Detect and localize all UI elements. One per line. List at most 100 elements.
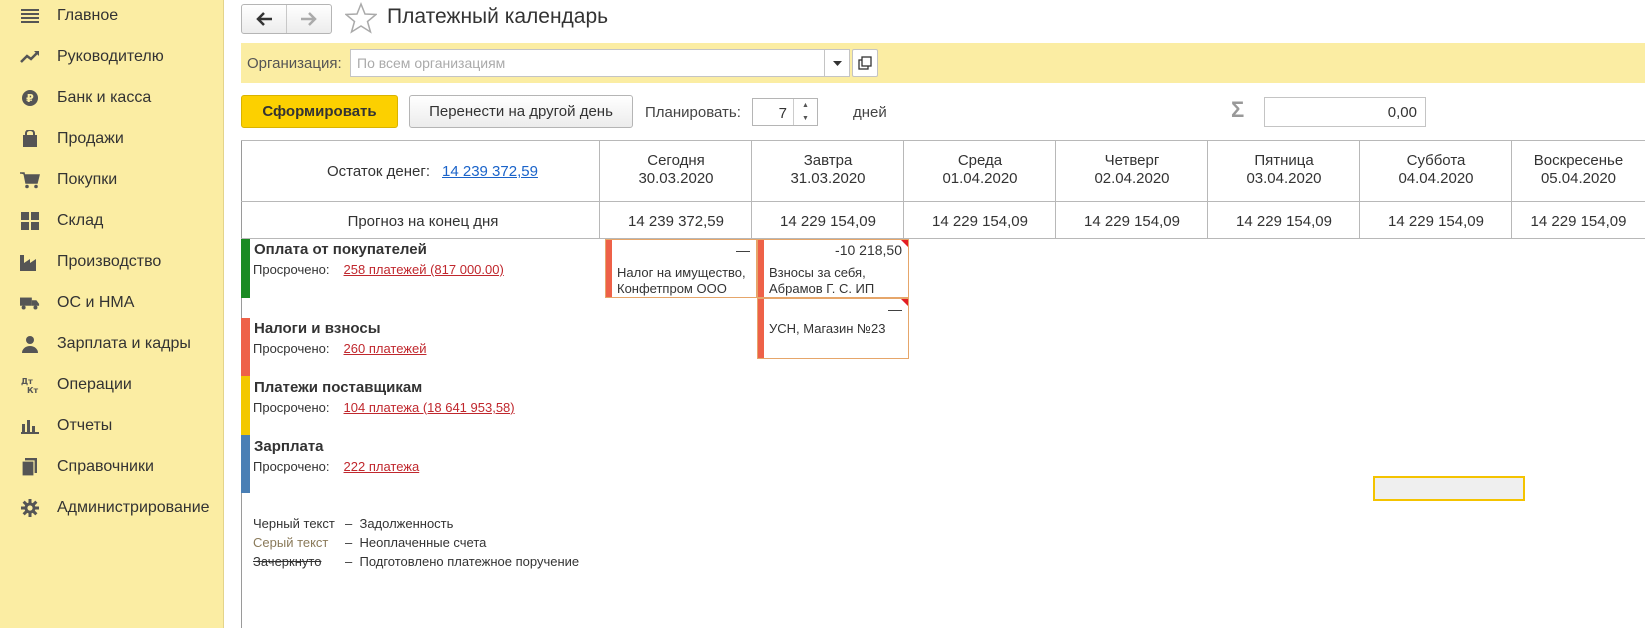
- truck-icon: [20, 293, 40, 313]
- sidebar-item-bank[interactable]: ₽ Банк и касса: [0, 77, 224, 118]
- forecast-cell[interactable]: 14 239 372,59: [600, 213, 752, 230]
- generate-button[interactable]: Сформировать: [241, 95, 398, 128]
- card-stripe: [606, 240, 612, 297]
- grid-line: [241, 201, 1645, 202]
- sidebar-item-assets[interactable]: ОС и НМА: [0, 282, 224, 323]
- balance-link[interactable]: 14 239 372,59: [442, 163, 538, 180]
- sidebar-item-main[interactable]: Главное: [0, 0, 224, 36]
- legend-row: Черный текст – Задолженность: [253, 516, 453, 531]
- forecast-cell[interactable]: 14 229 154,09: [904, 213, 1056, 230]
- category-overdue: Просрочено: 222 платежа: [253, 459, 419, 474]
- shopping-bag-icon: [20, 129, 40, 149]
- forecast-cell[interactable]: 14 229 154,09: [1360, 213, 1512, 230]
- forward-button[interactable]: [286, 5, 331, 33]
- overdue-link[interactable]: 258 платежей (817 000.00): [344, 262, 504, 277]
- sidebar-item-label: Справочники: [57, 457, 154, 475]
- sidebar-item-label: ОС и НМА: [57, 293, 135, 311]
- warehouse-grid-icon: [20, 211, 40, 231]
- card-line: Абрамов Г. С. ИП: [769, 281, 875, 296]
- favorite-star-icon[interactable]: [345, 2, 377, 34]
- overdue-label: Просрочено:: [253, 341, 330, 356]
- day-name: Сегодня: [647, 152, 705, 169]
- arrow-right-icon: [301, 12, 317, 26]
- day-header[interactable]: Завтра 31.03.2020: [752, 152, 904, 188]
- sidebar-item-salary[interactable]: Зарплата и кадры: [0, 323, 224, 364]
- grid-line: [241, 140, 1645, 141]
- shopping-cart-icon: [20, 170, 40, 190]
- open-window-icon: [858, 56, 872, 70]
- category-overdue: Просрочено: 104 платежа (18 641 953,58): [253, 400, 515, 415]
- bar-chart-icon: [20, 416, 40, 436]
- card-line: Налог на имущество,: [617, 265, 746, 280]
- chevron-down-icon: [832, 60, 842, 66]
- category-color-bar: [241, 376, 250, 435]
- organization-label: Организация:: [247, 55, 342, 72]
- day-date: 05.04.2020: [1540, 170, 1617, 187]
- sidebar-item-label: Отчеты: [57, 416, 113, 434]
- day-header[interactable]: Четверг 02.04.2020: [1056, 152, 1208, 188]
- sidebar-item-operations[interactable]: Дт Кт Операции: [0, 364, 224, 405]
- plan-days-stepper[interactable]: 7 ▲ ▼: [752, 98, 818, 126]
- forecast-cell[interactable]: 14 229 154,09: [1208, 213, 1360, 230]
- organization-dropdown-button[interactable]: [825, 49, 850, 77]
- forecast-cell[interactable]: 14 229 154,09: [1512, 213, 1645, 230]
- sidebar-item-warehouse[interactable]: Склад: [0, 200, 224, 241]
- overdue-label: Просрочено:: [253, 400, 330, 415]
- selected-cell[interactable]: [1373, 476, 1525, 501]
- sidebar-item-label: Банк и касса: [57, 88, 152, 106]
- back-button[interactable]: [242, 5, 286, 33]
- legend-key: Зачеркнуто: [253, 554, 322, 569]
- payment-card[interactable]: -10 218,50 Взносы за себя, Абрамов Г. С.…: [757, 239, 909, 298]
- sidebar-item-admin[interactable]: Администрирование: [0, 487, 224, 528]
- category-title: Платежи поставщикам: [254, 379, 423, 396]
- day-name: Воскресенье: [1533, 152, 1624, 169]
- overdue-link[interactable]: 222 платежа: [344, 459, 420, 474]
- person-icon: [20, 334, 40, 354]
- organization-open-button[interactable]: [852, 49, 878, 77]
- move-to-another-day-button[interactable]: Перенести на другой день: [409, 95, 633, 128]
- sidebar-item-label: Зарплата и кадры: [57, 334, 191, 352]
- sidebar-item-sales[interactable]: Продажи: [0, 118, 224, 159]
- overdue-label: Просрочено:: [253, 262, 330, 277]
- day-header[interactable]: Среда 01.04.2020: [904, 152, 1056, 188]
- forecast-cell[interactable]: 14 229 154,09: [1056, 213, 1208, 230]
- sidebar-item-catalogs[interactable]: Справочники: [0, 446, 224, 487]
- legend-sep: –: [345, 516, 353, 531]
- legend-row: Серый текст – Неоплаченные счета: [253, 535, 486, 550]
- day-header[interactable]: Воскресенье 05.04.2020: [1512, 152, 1645, 188]
- svg-text:Дт: Дт: [21, 377, 33, 386]
- sigma-icon: Σ: [1231, 97, 1245, 122]
- sidebar-item-label: Операции: [57, 375, 132, 393]
- gear-icon: [20, 498, 40, 518]
- sidebar-item-reports[interactable]: Отчеты: [0, 405, 224, 446]
- plan-label: Планировать:: [645, 104, 741, 121]
- day-date: 01.04.2020: [942, 170, 1018, 187]
- stepper-down-icon[interactable]: ▼: [794, 112, 817, 125]
- plan-days-value[interactable]: 7: [779, 105, 787, 122]
- payment-card[interactable]: — Налог на имущество, Конфетпром ООО: [605, 239, 757, 298]
- day-date: 02.04.2020: [1094, 170, 1170, 187]
- category-color-bar: [241, 435, 250, 493]
- sidebar-item-production[interactable]: Производство: [0, 241, 224, 282]
- day-header[interactable]: Сегодня 30.03.2020: [600, 152, 752, 188]
- sidebar-item-purchases[interactable]: Покупки: [0, 159, 224, 200]
- card-stripe: [758, 240, 764, 297]
- day-name: Суббота: [1406, 152, 1466, 169]
- sidebar-item-manager[interactable]: Руководителю: [0, 36, 224, 77]
- day-name: Среда: [957, 152, 1003, 169]
- card-line: Конфетпром ООО: [617, 281, 727, 296]
- day-header[interactable]: Пятница 03.04.2020: [1208, 152, 1360, 188]
- organization-input[interactable]: По всем организациям: [350, 49, 825, 77]
- days-label: дней: [853, 104, 887, 121]
- sum-field[interactable]: 0,00: [1264, 97, 1426, 127]
- day-header[interactable]: Суббота 04.04.2020: [1360, 152, 1512, 188]
- overdue-link[interactable]: 104 платежа (18 641 953,58): [344, 400, 515, 415]
- category-overdue: Просрочено: 260 платежей: [253, 341, 426, 356]
- card-corner-marker: [901, 240, 908, 247]
- overdue-link[interactable]: 260 платежей: [344, 341, 427, 356]
- stepper-up-icon[interactable]: ▲: [794, 99, 817, 112]
- forecast-cell[interactable]: 14 229 154,09: [752, 213, 904, 230]
- sidebar-item-label: Производство: [57, 252, 162, 270]
- payment-card[interactable]: — УСН, Магазин №23: [757, 298, 909, 359]
- day-date: 31.03.2020: [790, 170, 866, 187]
